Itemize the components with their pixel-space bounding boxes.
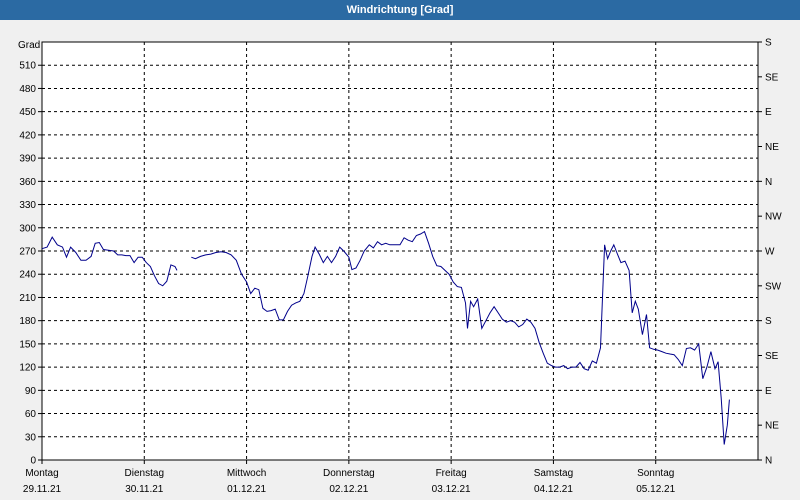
y-tick-label: 330: [19, 200, 36, 211]
right-tick-label: W: [765, 247, 775, 258]
x-tick-day: Donnerstag: [323, 468, 375, 479]
y-tick-label: 270: [19, 247, 36, 258]
right-tick-label: SW: [765, 281, 782, 292]
right-tick-label: N: [765, 456, 772, 467]
y-tick-label: 30: [25, 432, 37, 443]
y-tick-label: 450: [19, 107, 36, 118]
x-tick-date: 02.12.21: [329, 484, 368, 495]
x-tick-date: 04.12.21: [534, 484, 573, 495]
y-tick-label: 90: [25, 386, 37, 397]
right-tick-label: N: [765, 177, 772, 188]
x-tick-day: Dienstag: [125, 468, 164, 479]
x-tick-day: Freitag: [436, 468, 467, 479]
y-tick-label: 390: [19, 154, 36, 165]
x-tick-day: Montag: [25, 468, 58, 479]
right-axis-ticks: N NE E SE S SW W NW N NE E SE S: [758, 38, 782, 467]
x-tick-day: Samstag: [534, 468, 573, 479]
x-tick-day: Mittwoch: [227, 468, 266, 479]
x-axis-ticks: Montag 29.11.21 Dienstag 30.11.21 Mittwoch 01…: [23, 460, 676, 495]
y-axis-ticks: 0 30 60 90 120 150 180 210 240 270 300 330 360 390 420…: [19, 61, 42, 467]
y-tick-label: 210: [19, 293, 36, 304]
right-tick-label: NE: [765, 142, 779, 153]
right-tick-label: S: [765, 38, 772, 49]
x-tick-day: Sonntag: [637, 468, 674, 479]
right-tick-label: E: [765, 386, 772, 397]
x-tick-date: 01.12.21: [227, 484, 266, 495]
y-tick-label: 480: [19, 84, 36, 95]
y-tick-label: 120: [19, 363, 36, 374]
y-tick-label: 60: [25, 409, 37, 420]
x-tick-date: 29.11.21: [23, 484, 62, 495]
right-tick-label: S: [765, 316, 772, 327]
right-tick-label: SE: [765, 72, 779, 83]
wind-direction-chart: 0 30 60 90 120 150 180 210 240 270 300 330 360 390 420…: [18, 38, 782, 496]
y-tick-label: 240: [19, 270, 36, 281]
y-tick-label: 360: [19, 177, 36, 188]
y-tick-label: 300: [19, 223, 36, 234]
y-tick-label: 180: [19, 316, 36, 327]
y-tick-label: 150: [19, 339, 36, 350]
y-tick-label: 420: [19, 130, 36, 141]
y-axis-label: Grad: [18, 40, 40, 51]
right-tick-label: SE: [765, 351, 779, 362]
y-tick-label: 510: [19, 61, 36, 72]
x-tick-date: 03.12.21: [432, 484, 471, 495]
x-tick-date: 30.11.21: [125, 484, 164, 495]
y-tick-label: 0: [30, 456, 36, 467]
right-tick-label: E: [765, 107, 772, 118]
right-tick-label: NW: [765, 212, 782, 223]
right-tick-label: NE: [765, 421, 779, 432]
x-tick-date: 05.12.21: [636, 484, 675, 495]
